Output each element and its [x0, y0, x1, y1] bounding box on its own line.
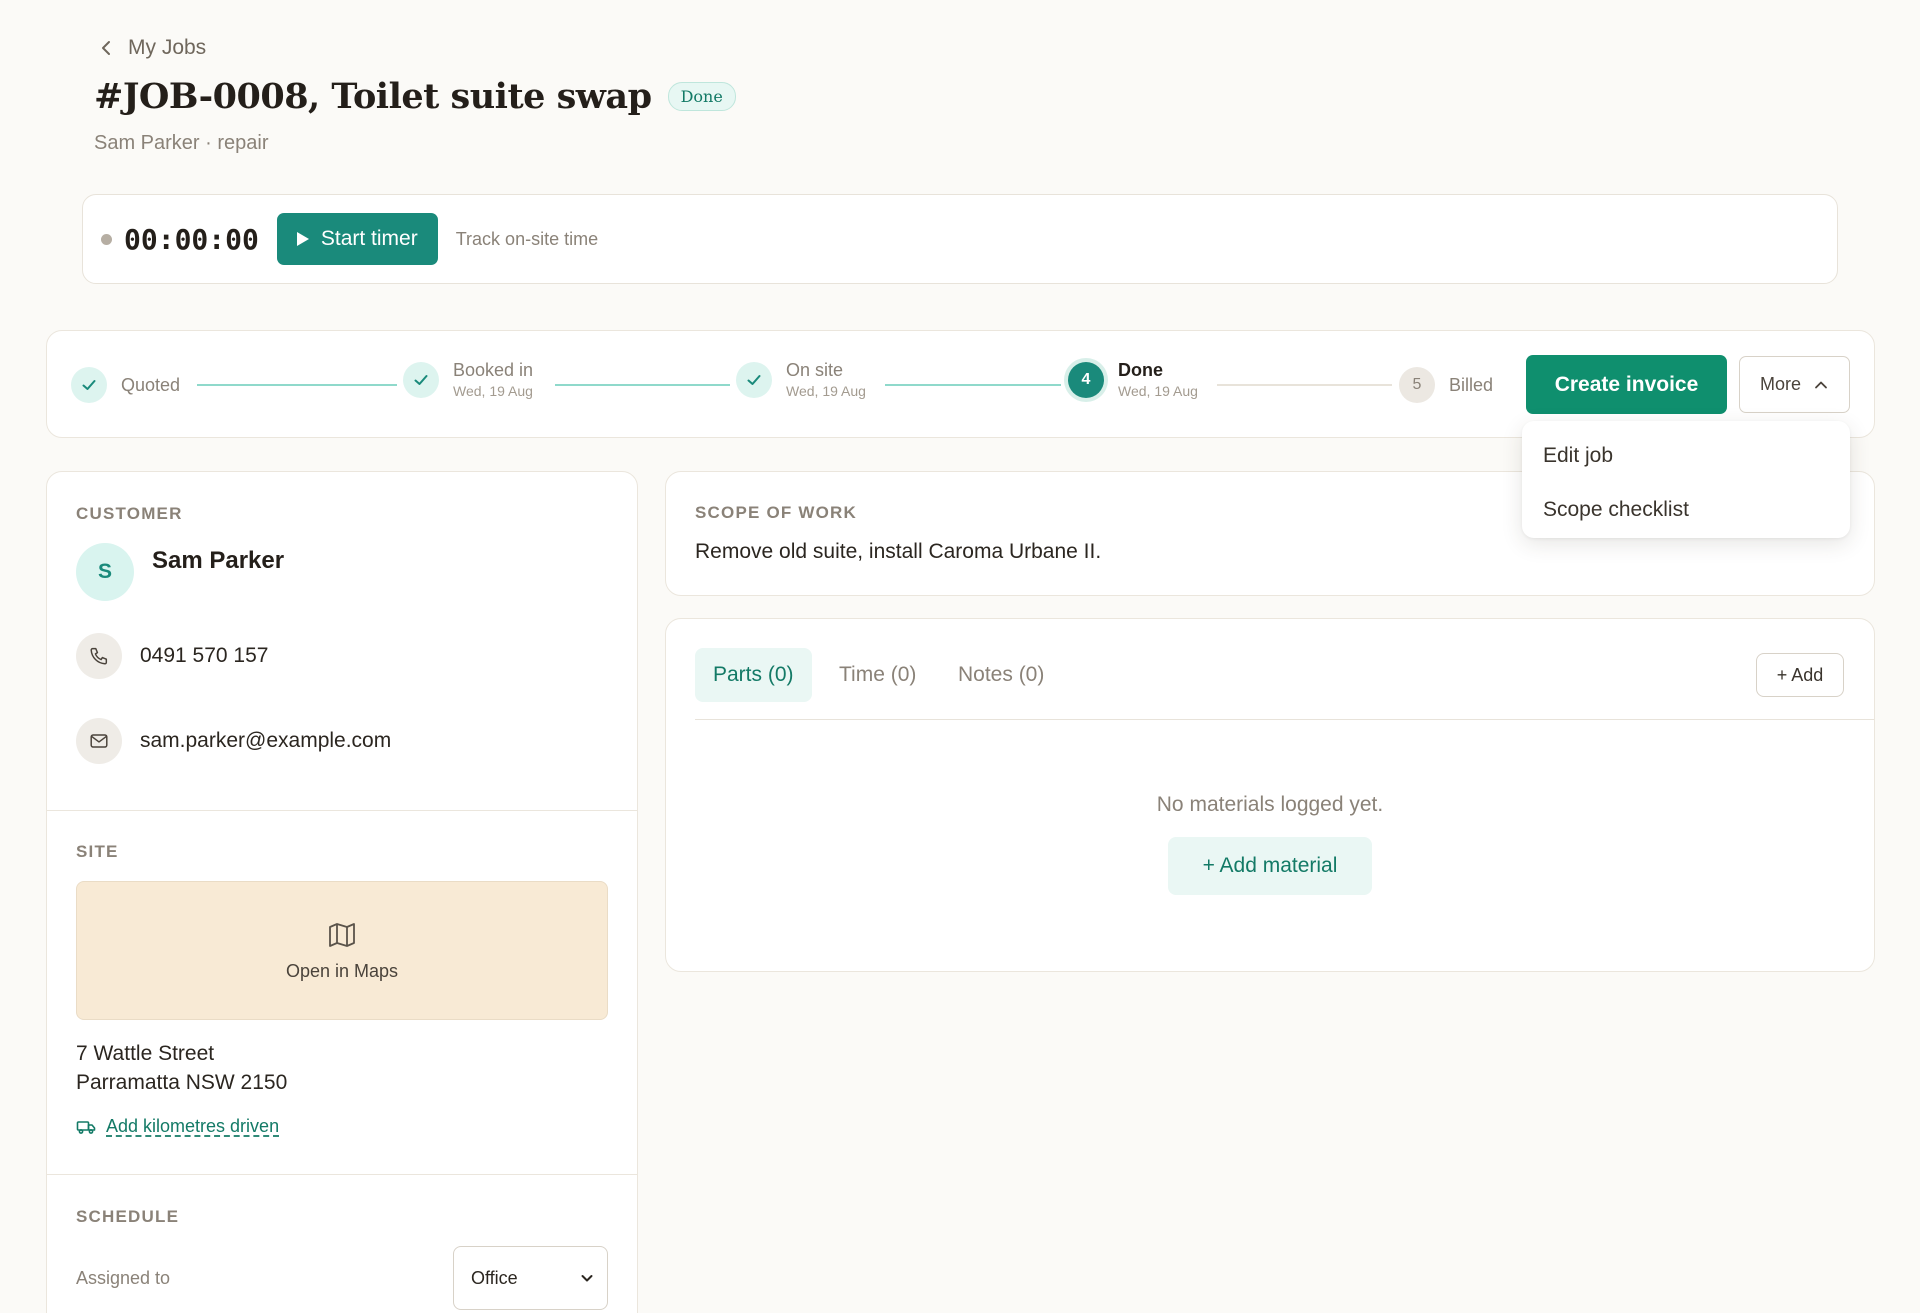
- schedule-section-label: SCHEDULE: [76, 1207, 180, 1226]
- menu-item-edit-job[interactable]: Edit job: [1522, 429, 1850, 483]
- check-icon: [736, 361, 772, 398]
- step-done: 4 Done Wed, 19 Aug: [1068, 360, 1198, 399]
- chevron-left-icon: [102, 41, 110, 55]
- step-label: Billed: [1449, 374, 1494, 395]
- step-date: Wed, 19 Aug: [786, 383, 866, 399]
- step-date: Wed, 19 Aug: [453, 383, 533, 399]
- add-button[interactable]: + Add: [1756, 653, 1844, 697]
- back-link[interactable]: My Jobs: [96, 36, 206, 60]
- divider: [47, 1174, 637, 1175]
- add-kilometres-label: Add kilometres driven: [106, 1116, 280, 1136]
- phone-icon: [76, 633, 122, 679]
- timer-display: 00:00:00: [124, 222, 259, 256]
- status-badge: Done: [667, 82, 736, 111]
- tab-parts[interactable]: Parts (0): [695, 648, 812, 702]
- play-icon: [296, 232, 309, 246]
- step-billed: 5 Billed: [1399, 367, 1493, 403]
- address-line-2: Parramatta NSW 2150: [76, 1071, 288, 1094]
- create-invoice-button[interactable]: Create invoice: [1526, 355, 1727, 414]
- empty-state-text: No materials logged yet.: [1156, 793, 1384, 816]
- divider: [47, 810, 637, 811]
- step-connector: [1217, 384, 1392, 386]
- tabs-divider: [695, 719, 1874, 720]
- timer-card: 00:00:00 Start timer Track on-site time: [82, 194, 1838, 284]
- add-material-button[interactable]: + Add material: [1168, 837, 1372, 895]
- avatar: S: [76, 543, 134, 601]
- timer-hint: Track on-site time: [455, 228, 599, 249]
- step-label: Quoted: [121, 374, 181, 395]
- timer-status-dot: [101, 233, 112, 245]
- step-booked-in: Booked in Wed, 19 Aug: [403, 360, 533, 399]
- title-row: #JOB-0008, Toilet suite swap Done: [94, 76, 736, 117]
- back-link-label: My Jobs: [128, 36, 207, 59]
- site-section-label: SITE: [76, 842, 119, 861]
- mail-icon: [76, 718, 122, 764]
- chevron-down-icon: [581, 1275, 593, 1282]
- customer-name: Sam Parker: [152, 547, 285, 574]
- assigned-to-select[interactable]: Office: [453, 1246, 608, 1310]
- tab-notes[interactable]: Notes (0): [940, 648, 1062, 702]
- step-number: 5: [1399, 367, 1435, 403]
- page-subtitle: Sam Parker · repair: [94, 132, 269, 154]
- start-timer-button[interactable]: Start timer: [276, 213, 438, 265]
- add-kilometres-link[interactable]: Add kilometres driven: [76, 1116, 279, 1137]
- step-date: Wed, 19 Aug: [1118, 383, 1198, 399]
- customer-section-label: CUSTOMER: [76, 504, 183, 523]
- more-menu: Edit job Scope checklist: [1522, 421, 1850, 538]
- scope-text: Remove old suite, install Caroma Urbane …: [695, 540, 1102, 563]
- step-connector: [197, 384, 397, 386]
- more-button[interactable]: More: [1739, 356, 1850, 413]
- start-timer-label: Start timer: [320, 227, 418, 250]
- step-label: Booked in: [453, 360, 534, 380]
- scope-section-label: SCOPE OF WORK: [695, 503, 857, 522]
- job-details-panel: CUSTOMER S Sam Parker 0491 570 157 sam.p…: [46, 471, 638, 1313]
- step-connector: [555, 384, 730, 386]
- map-icon: [329, 923, 355, 947]
- page-title: #JOB-0008, Toilet suite swap: [94, 76, 652, 117]
- more-button-label: More: [1759, 374, 1801, 394]
- truck-icon: [76, 1120, 96, 1134]
- step-number: 4: [1068, 361, 1104, 398]
- address-line-1: 7 Wattle Street: [76, 1042, 215, 1065]
- step-label: Done: [1118, 360, 1163, 380]
- chevron-up-icon: [1815, 381, 1827, 388]
- open-in-maps-button[interactable]: Open in Maps: [76, 881, 608, 1020]
- customer-phone[interactable]: 0491 570 157: [140, 644, 268, 668]
- assigned-to-label: Assigned to: [76, 1268, 171, 1288]
- step-connector: [885, 384, 1061, 386]
- customer-email[interactable]: sam.parker@example.com: [140, 729, 391, 753]
- materials-card: Parts (0) Time (0) Notes (0) + Add No ma…: [665, 618, 1875, 972]
- step-quoted: Quoted: [71, 367, 180, 403]
- tab-time[interactable]: Time (0): [821, 648, 934, 702]
- assigned-to-value: Office: [471, 1267, 518, 1288]
- step-label: On site: [786, 360, 844, 380]
- step-on-site: On site Wed, 19 Aug: [736, 360, 866, 399]
- menu-item-scope-checklist[interactable]: Scope checklist: [1522, 483, 1850, 537]
- map-label: Open in Maps: [285, 961, 399, 981]
- check-icon: [403, 361, 439, 398]
- check-icon: [71, 367, 107, 403]
